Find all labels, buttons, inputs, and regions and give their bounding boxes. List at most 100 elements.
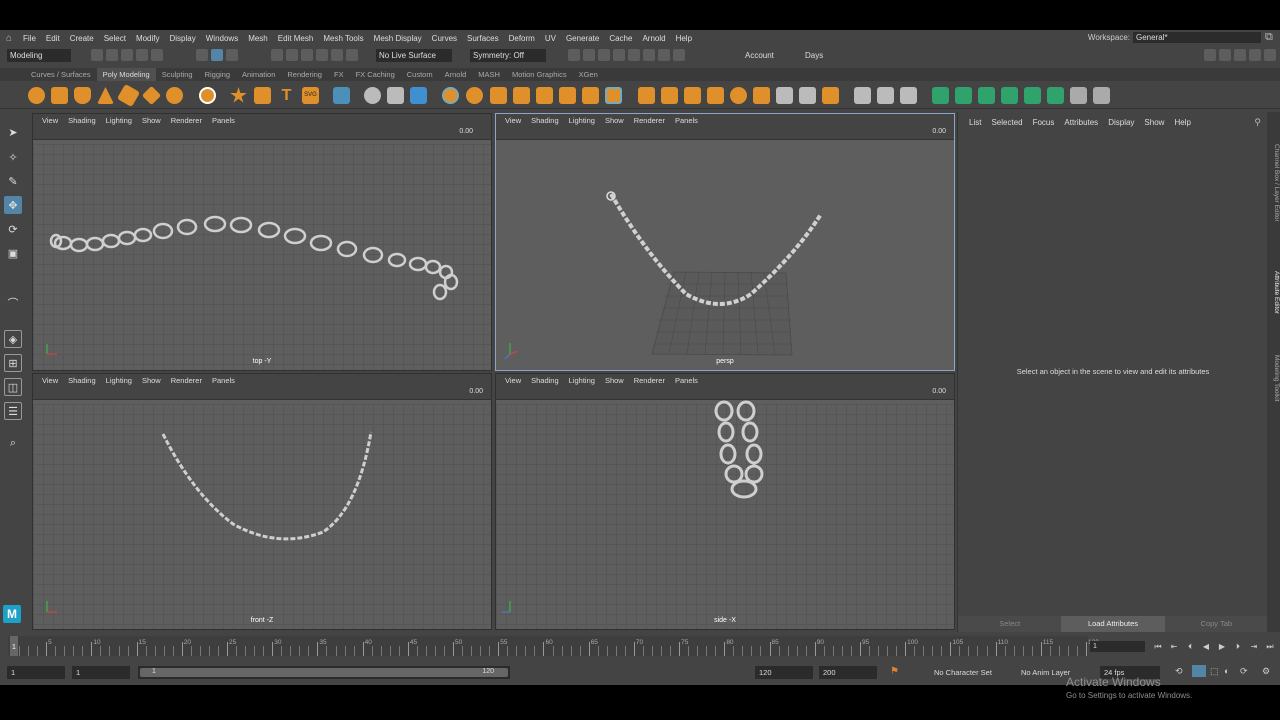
tab-attribute-editor[interactable]: Attribute Editor xyxy=(1267,252,1280,332)
uv-unfold-icon[interactable] xyxy=(932,87,949,104)
ae-menu-help[interactable]: Help xyxy=(1169,118,1195,127)
go-to-start-icon[interactable]: ⏮ xyxy=(1152,641,1164,652)
attribute-editor-icon[interactable] xyxy=(1234,49,1246,61)
tab-custom[interactable]: Custom xyxy=(401,68,439,81)
four-view-layout-icon[interactable]: ⊞ xyxy=(4,354,22,372)
step-forward-frame-icon[interactable]: ⏵ xyxy=(1232,641,1244,652)
outliner-layout-icon[interactable]: ☰ xyxy=(4,402,22,420)
select-component-icon[interactable] xyxy=(226,49,238,61)
time-slider[interactable]: 5 10 15 20 25 30 35 40 45 50 55 60 65 70 75 80 85 90 95 100… xyxy=(0,634,1280,658)
menu-mesh[interactable]: Mesh xyxy=(243,34,273,43)
ae-menu-list[interactable]: List xyxy=(964,118,986,127)
lasso-tool-icon[interactable]: ✧ xyxy=(4,148,22,166)
snap-point-icon[interactable] xyxy=(301,49,313,61)
character-set-dropdown[interactable]: No Character Set xyxy=(930,666,1010,679)
menu-uv[interactable]: UV xyxy=(540,34,561,43)
step-back-key-icon[interactable]: ⇤ xyxy=(1168,641,1180,652)
scale-tool-icon[interactable]: ▣ xyxy=(4,244,22,262)
snap-vertex-icon[interactable] xyxy=(346,49,358,61)
tab-fx[interactable]: FX xyxy=(328,68,350,81)
menu-modify[interactable]: Modify xyxy=(131,34,165,43)
preferences-icon[interactable]: ⚙ xyxy=(1262,666,1270,677)
play-backward-icon[interactable]: ◀ xyxy=(1200,641,1212,652)
select-object-icon[interactable] xyxy=(211,49,223,61)
tab-arnold[interactable]: Arnold xyxy=(439,68,473,81)
current-frame-field[interactable]: 1 xyxy=(1090,641,1145,652)
bridge-icon[interactable] xyxy=(466,87,483,104)
anim-start-field[interactable]: 1 xyxy=(7,666,65,679)
tab-xgen[interactable]: XGen xyxy=(573,68,604,81)
extrude-icon[interactable] xyxy=(442,87,459,104)
select-tool-icon[interactable]: ➤ xyxy=(4,123,22,141)
svg-icon[interactable]: SVG xyxy=(302,87,319,104)
menu-set-dropdown[interactable]: Modeling xyxy=(7,49,71,62)
helix-icon[interactable] xyxy=(254,87,271,104)
single-perspective-layout-icon[interactable]: ◈ xyxy=(4,330,22,348)
offset-edge-icon[interactable] xyxy=(684,87,701,104)
open-scene-icon[interactable] xyxy=(106,49,118,61)
uv-cut-icon[interactable] xyxy=(1070,87,1087,104)
superellipse-icon[interactable] xyxy=(230,87,247,103)
poly-cone-icon[interactable] xyxy=(97,87,114,104)
playback-start-field[interactable]: 1 xyxy=(72,666,130,679)
tab-rigging[interactable]: Rigging xyxy=(199,68,236,81)
menu-arnold[interactable]: Arnold xyxy=(637,34,670,43)
tab-animation[interactable]: Animation xyxy=(236,68,281,81)
separate-icon[interactable] xyxy=(364,87,381,104)
poly-sphere-icon[interactable] xyxy=(28,87,45,104)
show-manipulator-icon[interactable]: ⌒ xyxy=(4,294,22,312)
platonic-solid-icon[interactable] xyxy=(199,87,216,104)
menu-mesh-display[interactable]: Mesh Display xyxy=(369,34,427,43)
tab-sculpting[interactable]: Sculpting xyxy=(156,68,199,81)
type-icon[interactable]: T xyxy=(278,87,295,104)
modeling-toolkit-icon[interactable] xyxy=(1264,49,1276,61)
play-forward-icon[interactable]: ▶ xyxy=(1216,641,1228,652)
home-icon[interactable]: ⌂ xyxy=(0,33,18,44)
wedge-icon[interactable] xyxy=(730,87,747,104)
target-weld-icon[interactable] xyxy=(605,87,622,104)
snap-curve-icon[interactable] xyxy=(286,49,298,61)
poly-plane-icon[interactable] xyxy=(116,83,141,108)
layout-icon[interactable] xyxy=(1204,49,1216,61)
playback-end-field[interactable]: 120 xyxy=(755,666,813,679)
menu-deform[interactable]: Deform xyxy=(504,34,540,43)
poly-disc-icon[interactable] xyxy=(166,87,183,104)
menu-create[interactable]: Create xyxy=(65,34,99,43)
step-forward-key-icon[interactable]: ⇥ xyxy=(1248,641,1260,652)
poke-icon[interactable] xyxy=(707,87,724,104)
ae-menu-display[interactable]: Display xyxy=(1103,118,1139,127)
undo-icon[interactable] xyxy=(136,49,148,61)
insert-edge-loop-icon[interactable] xyxy=(638,87,655,104)
tab-poly-modeling[interactable]: Poly Modeling xyxy=(96,68,156,81)
ae-menu-attributes[interactable]: Attributes xyxy=(1059,118,1103,127)
current-time-marker[interactable]: 1 xyxy=(10,636,18,656)
tab-curves-surfaces[interactable]: Curves / Surfaces xyxy=(25,68,97,81)
account-label[interactable]: Account xyxy=(745,51,774,60)
arnold-icon[interactable] xyxy=(658,49,670,61)
uv-cylindrical-icon[interactable] xyxy=(978,87,995,104)
poly-torus-icon[interactable] xyxy=(141,85,162,106)
menu-curves[interactable]: Curves xyxy=(427,34,462,43)
channel-box-icon[interactable] xyxy=(1219,49,1231,61)
uv-sew-icon[interactable] xyxy=(1093,87,1110,104)
range-handle[interactable] xyxy=(140,668,508,677)
mirror-icon[interactable] xyxy=(387,87,404,104)
menu-generate[interactable]: Generate xyxy=(561,34,604,43)
snap-grid-icon[interactable] xyxy=(271,49,283,61)
tool-settings-icon[interactable] xyxy=(1249,49,1261,61)
smooth-icon[interactable] xyxy=(410,87,427,104)
viewport-top[interactable]: View Shading Lighting Show Renderer Pane… xyxy=(32,113,492,371)
new-scene-icon[interactable] xyxy=(91,49,103,61)
append-icon[interactable] xyxy=(559,87,576,104)
workspace-select[interactable]: General* xyxy=(1133,32,1261,43)
time-slider-track[interactable]: 5 10 15 20 25 30 35 40 45 50 55 60 65 70 75 80 85 90 95 100… xyxy=(8,636,1099,656)
viewport-persp[interactable]: View Shading Lighting Show Renderer Pane… xyxy=(495,113,955,371)
sound-icon[interactable]: ◐ xyxy=(1224,666,1229,676)
combine-icon[interactable] xyxy=(333,87,350,104)
copy-tab-button[interactable]: Copy Tab xyxy=(1164,616,1268,632)
step-back-frame-icon[interactable]: ⏴ xyxy=(1184,641,1196,652)
loop-icon[interactable]: ⟲ xyxy=(1175,666,1183,677)
symmetry-dropdown[interactable]: Symmetry: Off xyxy=(470,49,546,62)
cache-playback-icon[interactable] xyxy=(1192,665,1206,677)
menu-help[interactable]: Help xyxy=(671,34,697,43)
